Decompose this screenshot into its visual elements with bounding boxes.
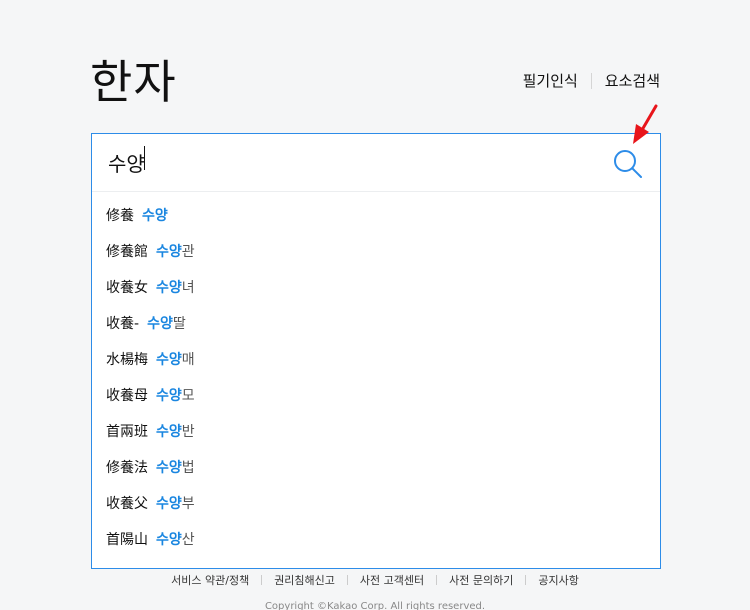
suggestion-list: 修養 수양 修養館 수양관 收養女 수양녀 收養- 수양딸 水楊梅 수양매 收養母 수양모 …	[92, 192, 660, 558]
suggestion-item[interactable]: 收養父 수양부	[92, 486, 660, 522]
suggestion-item[interactable]: 收養女 수양녀	[92, 270, 660, 306]
suggestion-item[interactable]: 首兩班 수양반	[92, 414, 660, 450]
suggestion-hanja: 收養女	[106, 280, 148, 296]
suggestion-item[interactable]: 收養- 수양딸	[92, 306, 660, 342]
suggestion-item[interactable]: 修養館 수양관	[92, 234, 660, 270]
footer-link-terms[interactable]: 서비스 약관/정책	[171, 572, 249, 588]
divider	[436, 575, 438, 585]
suggestion-rest: 반	[181, 424, 195, 440]
page: 한자 필기인식 요소검색 修養수양 修養館수양관 收養女수양녀 收養-수양딸 水…	[0, 0, 750, 610]
suggestion-highlight: 수양	[156, 496, 182, 512]
text-caret	[144, 146, 145, 170]
top-links: 필기인식 요소검색	[523, 70, 660, 91]
footer-link-inquiry[interactable]: 사전 문의하기	[449, 572, 513, 588]
suggestion-item[interactable]: 首陽山 수양산	[92, 522, 660, 558]
footer-link-notice[interactable]: 공지사항	[538, 572, 578, 588]
divider	[590, 72, 592, 89]
suggestion-rest: 부	[181, 496, 195, 512]
suggestion-highlight: 수양	[156, 532, 182, 548]
copyright: Copyright ©Kakao Corp. All rights reserv…	[264, 601, 486, 610]
search-icon[interactable]	[612, 148, 644, 180]
suggestion-hanja: 水楊梅	[106, 352, 148, 368]
suggestion-hanja: 首兩班	[106, 424, 148, 440]
suggestion-hanja: 修養法	[106, 460, 148, 476]
suggestion-highlight: 수양	[156, 352, 182, 368]
search-input[interactable]	[108, 146, 588, 178]
suggestion-hanja: 修養	[106, 208, 134, 224]
suggestion-rest: 매	[181, 352, 195, 368]
suggestion-hanja: 修養館	[106, 244, 148, 260]
suggestion-hanja: 收養-	[106, 316, 140, 332]
suggestion-rest: 관	[181, 244, 195, 260]
footer-link-customer-center[interactable]: 사전 고객센터	[360, 572, 424, 588]
suggestion-rest: 녀	[181, 280, 195, 296]
suggestion-highlight: 수양	[156, 244, 182, 260]
suggestion-hanja: 收養父	[106, 496, 148, 512]
handwriting-recognition-link[interactable]: 필기인식	[523, 70, 578, 91]
suggestion-rest: 모	[181, 388, 195, 404]
suggestion-highlight: 수양	[156, 388, 182, 404]
search-row	[92, 134, 660, 192]
suggestion-highlight: 수양	[142, 208, 168, 224]
suggestion-hanja: 收養母	[106, 388, 148, 404]
suggestion-rest: 딸	[172, 316, 186, 332]
divider	[346, 575, 348, 585]
suggestion-highlight: 수양	[156, 424, 182, 440]
search-box: 修養수양 修養館수양관 收養女수양녀 收養-수양딸 水楊梅수양매 收養母수양모 …	[91, 133, 661, 569]
red-arrow-icon	[633, 104, 658, 144]
suggestion-rest: 법	[181, 460, 195, 476]
suggestion-item[interactable]: 水楊梅 수양매	[92, 342, 660, 378]
divider	[525, 575, 527, 585]
suggestion-highlight: 수양	[156, 280, 182, 296]
suggestion-hanja: 首陽山	[106, 532, 148, 548]
suggestion-item[interactable]: 修養 수양	[92, 198, 660, 234]
suggestion-rest: 산	[181, 532, 195, 548]
logo[interactable]: 한자	[90, 52, 177, 112]
footer-links: 서비스 약관/정책 권리침해신고 사전 고객센터 사전 문의하기 공지사항	[0, 572, 750, 588]
radical-search-link[interactable]: 요소검색	[605, 70, 660, 91]
divider	[261, 575, 263, 585]
suggestion-highlight: 수양	[147, 316, 173, 332]
footer: 서비스 약관/정책 권리침해신고 사전 고객센터 사전 문의하기 공지사항 Co…	[0, 572, 750, 610]
suggestion-item[interactable]: 修養法 수양법	[92, 450, 660, 486]
suggestion-highlight: 수양	[156, 460, 182, 476]
footer-link-rights-report[interactable]: 권리침해신고	[274, 572, 335, 588]
suggestion-item[interactable]: 收養母 수양모	[92, 378, 660, 414]
